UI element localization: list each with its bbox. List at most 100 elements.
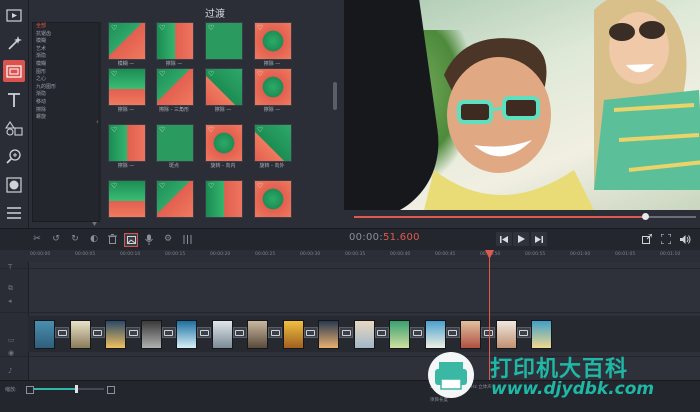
- video-clip[interactable]: [34, 320, 55, 349]
- transition-marker[interactable]: [161, 327, 176, 338]
- favorite-icon[interactable]: ♡: [159, 24, 165, 32]
- video-clip[interactable]: [105, 320, 126, 349]
- redo-icon[interactable]: ↻: [69, 233, 81, 245]
- transition-marker[interactable]: [90, 327, 105, 338]
- video-clip[interactable]: [69, 320, 91, 349]
- zoom-slider-handle[interactable]: [75, 385, 78, 393]
- text-track-icon[interactable]: T: [8, 263, 12, 271]
- favorite-icon[interactable]: ♡: [208, 24, 214, 32]
- transition-marker[interactable]: [197, 327, 211, 338]
- transition-icon[interactable]: [3, 60, 25, 82]
- video-clip[interactable]: [211, 320, 233, 349]
- favorite-icon[interactable]: ♡: [208, 182, 214, 190]
- transition-tile[interactable]: ♡: [156, 22, 194, 60]
- transition-marker[interactable]: [516, 327, 531, 338]
- video-clip[interactable]: [282, 320, 304, 349]
- transition-tile[interactable]: ♡: [205, 180, 243, 218]
- transition-tile[interactable]: ♡: [254, 22, 292, 60]
- video-preview[interactable]: [344, 0, 700, 210]
- video-clip[interactable]: [495, 320, 517, 349]
- favorite-icon[interactable]: ♡: [257, 24, 263, 32]
- transition-tile[interactable]: ♡: [108, 124, 146, 162]
- video-icon[interactable]: [3, 4, 25, 26]
- category-item[interactable]: 模糊: [33, 38, 99, 46]
- transition-marker[interactable]: [55, 327, 69, 338]
- transition-tile[interactable]: ♡: [205, 22, 243, 60]
- video-clip[interactable]: [140, 320, 162, 349]
- transition-tile[interactable]: ♡: [108, 68, 146, 106]
- favorite-icon[interactable]: ♡: [111, 24, 117, 32]
- play-icon[interactable]: [513, 232, 529, 246]
- favorite-icon[interactable]: ♡: [257, 126, 263, 134]
- undo-icon[interactable]: ↺: [50, 233, 62, 245]
- category-item[interactable]: 之心: [33, 76, 99, 84]
- equalizer-icon[interactable]: [181, 233, 193, 245]
- favorite-icon[interactable]: ♡: [159, 182, 165, 190]
- shapes-icon[interactable]: [3, 117, 25, 139]
- gear-icon[interactable]: ⚙: [162, 233, 174, 245]
- category-item[interactable]: 渐隐: [33, 91, 99, 99]
- video-clip[interactable]: [424, 320, 446, 349]
- category-item[interactable]: 螺旋: [33, 114, 99, 122]
- transition-tile[interactable]: ♡: [156, 180, 194, 218]
- zoom-out-icon[interactable]: [26, 386, 34, 394]
- transition-tile[interactable]: ♡: [254, 68, 292, 106]
- favorite-icon[interactable]: ♡: [111, 126, 117, 134]
- filter-icon[interactable]: [3, 174, 25, 196]
- category-item[interactable]: 全部: [33, 23, 99, 31]
- video-clip[interactable]: [531, 320, 552, 349]
- video-clip[interactable]: [247, 320, 268, 349]
- volume-icon[interactable]: [679, 233, 691, 245]
- transition-marker[interactable]: [410, 327, 424, 338]
- text-icon[interactable]: [3, 89, 25, 111]
- category-item[interactable]: 渐隐: [33, 53, 99, 61]
- transition-tile[interactable]: ♡: [108, 22, 146, 60]
- magic-wand-icon[interactable]: [3, 32, 25, 54]
- collapse-arrow-icon[interactable]: ‹: [96, 118, 99, 126]
- video-clip[interactable]: [460, 320, 481, 349]
- transition-tile[interactable]: ♡: [156, 68, 194, 106]
- category-item[interactable]: 移动: [33, 99, 99, 107]
- color-icon[interactable]: ◐: [88, 233, 100, 245]
- favorite-icon[interactable]: ♡: [257, 70, 263, 78]
- favorite-icon[interactable]: ♡: [208, 70, 214, 78]
- favorite-icon[interactable]: ♡: [208, 126, 214, 134]
- video-clip[interactable]: [389, 320, 410, 349]
- category-scroll-down-icon[interactable]: [92, 212, 97, 226]
- transition-tile[interactable]: ♡: [205, 68, 243, 106]
- transition-tile[interactable]: ♡: [254, 124, 292, 162]
- video-clip[interactable]: [353, 320, 375, 349]
- transition-marker[interactable]: [268, 327, 282, 338]
- grid-scrollbar[interactable]: [333, 82, 337, 110]
- video-track-icon[interactable]: ▭: [8, 336, 15, 344]
- transition-tile[interactable]: ♡: [108, 180, 146, 218]
- transition-marker[interactable]: [445, 327, 460, 338]
- transition-marker[interactable]: [339, 327, 353, 338]
- playback-slider-handle[interactable]: [641, 213, 649, 220]
- transition-marker[interactable]: [232, 327, 247, 338]
- favorite-icon[interactable]: ♡: [111, 182, 117, 190]
- eye-track-icon[interactable]: ◉: [8, 349, 14, 357]
- category-item[interactable]: 擦除: [33, 107, 99, 115]
- transition-tile[interactable]: ♡: [156, 124, 194, 162]
- transition-tile[interactable]: ♡: [205, 124, 243, 162]
- favorite-icon[interactable]: ♡: [257, 182, 263, 190]
- cut-icon[interactable]: ✂: [31, 233, 43, 245]
- favorite-icon[interactable]: ♡: [159, 70, 165, 78]
- delete-icon[interactable]: [106, 233, 118, 245]
- zoom-icon[interactable]: [3, 145, 25, 167]
- transition-marker[interactable]: [374, 327, 389, 338]
- image-icon[interactable]: [124, 233, 138, 247]
- favorite-icon[interactable]: ♡: [159, 126, 165, 134]
- video-clip[interactable]: [318, 320, 339, 349]
- transition-marker[interactable]: [481, 327, 495, 338]
- playback-progress-remaining[interactable]: [644, 216, 696, 218]
- category-item[interactable]: 模糊: [33, 61, 99, 69]
- menu-icon[interactable]: [3, 202, 25, 224]
- mute-track-icon[interactable]: ◂: [8, 297, 12, 305]
- playback-progress-bar[interactable]: [354, 216, 645, 218]
- transition-marker[interactable]: [126, 327, 140, 338]
- export-icon[interactable]: [641, 233, 653, 245]
- transition-marker[interactable]: [303, 327, 318, 338]
- video-clip[interactable]: [176, 320, 197, 349]
